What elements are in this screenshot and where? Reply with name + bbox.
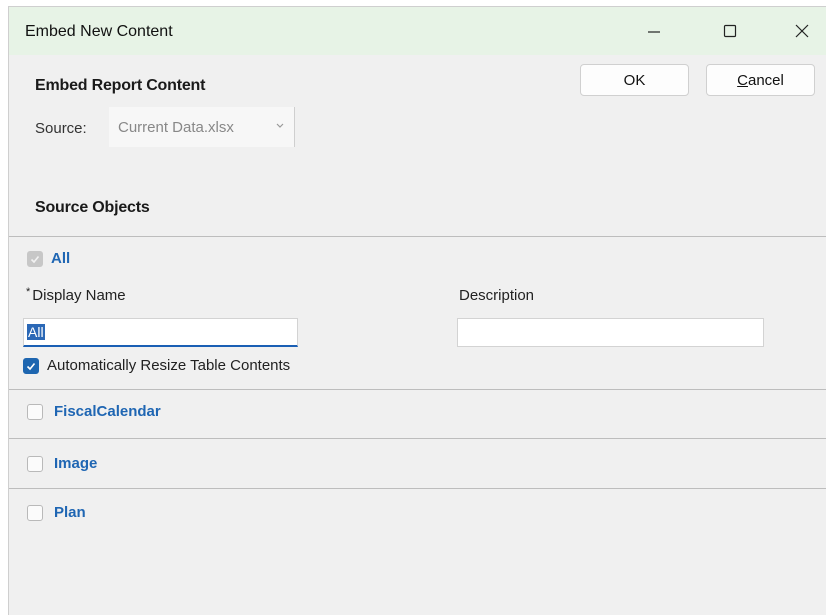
all-checkbox[interactable] — [27, 251, 43, 267]
source-label: Source: — [35, 120, 87, 137]
plan-checkbox[interactable] — [27, 505, 43, 521]
divider — [9, 488, 826, 489]
description-input[interactable] — [457, 318, 764, 347]
close-button[interactable] — [774, 7, 827, 55]
display-name-value: All — [27, 324, 45, 340]
fiscalcalendar-checkbox[interactable] — [27, 404, 43, 420]
checkmark-icon — [30, 255, 40, 264]
image-checkbox[interactable] — [27, 456, 43, 472]
source-dropdown[interactable]: Current Data.xlsx — [109, 107, 295, 147]
object-label-fiscalcalendar[interactable]: FiscalCalendar — [54, 403, 161, 420]
object-label-image[interactable]: Image — [54, 455, 97, 472]
cancel-button-label: ancel — [747, 71, 784, 89]
maximize-icon — [723, 24, 737, 38]
object-label-all[interactable]: All — [51, 250, 70, 267]
divider — [9, 389, 826, 390]
cancel-mnemonic: C — [737, 71, 748, 89]
auto-resize-checkbox[interactable] — [23, 358, 39, 374]
required-marker: * — [26, 286, 31, 298]
title-bar[interactable]: Embed New Content — [9, 7, 826, 55]
source-dropdown-value: Current Data.xlsx — [118, 118, 234, 136]
object-label-plan[interactable]: Plan — [54, 504, 86, 521]
minimize-icon — [648, 31, 660, 33]
source-objects-heading: Source Objects — [35, 199, 150, 216]
description-label: Description — [459, 287, 535, 304]
checkmark-icon — [26, 362, 36, 371]
ok-button-label: OK — [623, 71, 646, 89]
cancel-button[interactable]: Cancel — [706, 64, 815, 96]
maximize-button[interactable] — [702, 7, 758, 55]
divider — [9, 438, 826, 439]
window-title: Embed New Content — [25, 23, 173, 40]
display-name-input[interactable]: All — [23, 318, 298, 347]
chevron-down-icon — [276, 123, 284, 128]
display-name-label-text: Display Name — [32, 287, 126, 304]
embed-new-content-dialog: Embed New Content Embed Report Content O… — [8, 6, 826, 615]
ok-button[interactable]: OK — [580, 64, 689, 96]
embed-report-heading: Embed Report Content — [35, 77, 206, 94]
auto-resize-label[interactable]: Automatically Resize Table Contents — [47, 357, 290, 374]
divider — [9, 236, 826, 237]
display-name-label: * Display Name — [26, 286, 126, 304]
minimize-button[interactable] — [626, 7, 682, 55]
close-icon — [795, 24, 809, 38]
